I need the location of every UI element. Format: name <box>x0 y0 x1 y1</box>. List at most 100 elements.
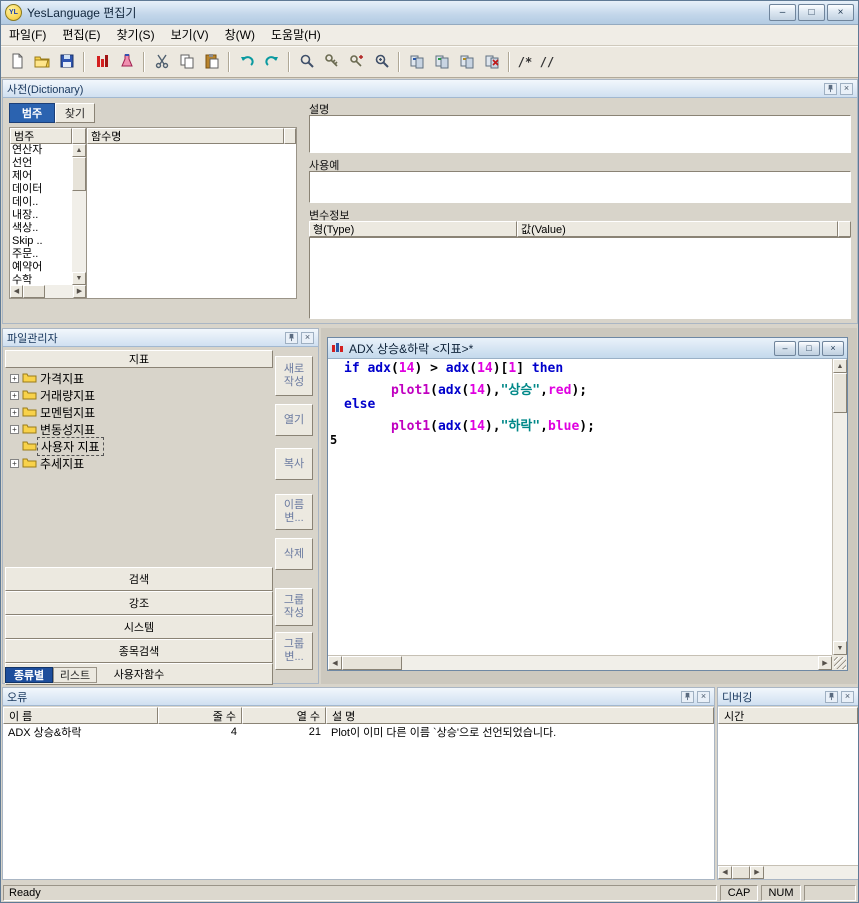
error-row[interactable]: ADX 상승&하락 4 21 Plot이 이미 다른 이름 `상승'으로 선언되… <box>3 724 714 740</box>
category-item[interactable]: 제어 <box>10 170 72 183</box>
find-next-button[interactable] <box>319 50 344 74</box>
tab-category[interactable]: 범주 <box>9 103 55 123</box>
menu-item-view[interactable]: 보기(V) <box>163 25 217 46</box>
indicator-group-header[interactable]: 지표 <box>5 350 273 368</box>
highlight-section-button[interactable]: 강조 <box>5 591 273 615</box>
debug-hscrollbar[interactable]: ◀ ▶ <box>718 865 858 879</box>
editor-close-button[interactable]: × <box>822 341 844 356</box>
tab-by-type[interactable]: 종류별 <box>5 667 53 683</box>
maximize-button[interactable]: □ <box>798 4 825 21</box>
scroll-thumb[interactable] <box>732 866 750 879</box>
stock-search-section-button[interactable]: 종목검색 <box>5 639 273 663</box>
error-col-column-header[interactable]: 열 수 <box>242 707 326 724</box>
category-vscrollbar[interactable]: ▲ ▼ <box>72 144 86 285</box>
comment-line-button[interactable]: // <box>536 50 558 74</box>
category-item[interactable]: 색상.. <box>10 222 72 235</box>
scroll-left-icon[interactable]: ◀ <box>328 656 342 670</box>
indicator-button[interactable] <box>89 50 114 74</box>
function-tool-button[interactable] <box>114 50 139 74</box>
expand-icon[interactable]: + <box>10 425 19 434</box>
pin-icon[interactable] <box>285 332 298 344</box>
copy-button[interactable] <box>174 50 199 74</box>
tree-item-label[interactable]: 가격지표 <box>37 370 87 387</box>
scroll-thumb[interactable] <box>342 656 402 670</box>
scroll-down-icon[interactable]: ▼ <box>72 272 86 285</box>
redo-button[interactable] <box>259 50 284 74</box>
category-item[interactable]: 수학 <box>10 274 72 285</box>
value-column-header[interactable]: 값(Value) <box>517 221 838 237</box>
scroll-up-icon[interactable]: ▲ <box>72 144 86 157</box>
menu-item-file[interactable]: 파일(F) <box>1 25 54 46</box>
close-panel-icon[interactable]: × <box>841 691 854 703</box>
menu-item-edit[interactable]: 편집(E) <box>54 25 108 46</box>
new-file-button[interactable] <box>4 50 29 74</box>
function-column-header[interactable]: 함수명 <box>87 128 284 144</box>
comment-block-button[interactable]: /* <box>514 50 536 74</box>
scroll-down-icon[interactable]: ▼ <box>833 641 847 655</box>
menu-item-search[interactable]: 찾기(S) <box>108 25 162 46</box>
expand-icon[interactable]: + <box>10 408 19 417</box>
expand-icon[interactable]: + <box>10 374 19 383</box>
category-column-header[interactable]: 범주 <box>10 128 72 144</box>
code-area[interactable]: if adx(14) > adx(14)[1] then plot1(adx(1… <box>328 359 832 655</box>
type-column-header[interactable]: 형(Type) <box>309 221 517 237</box>
group-change-button[interactable]: 그룹변... <box>275 632 313 670</box>
tree-item-label[interactable]: 모멘텀지표 <box>37 404 98 421</box>
group-create-button[interactable]: 그룹작성 <box>275 588 313 626</box>
scroll-right-icon[interactable]: ▶ <box>818 656 832 670</box>
tree-item-label[interactable]: 거래량지표 <box>37 387 98 404</box>
delete-script-button[interactable]: 삭제 <box>275 538 313 570</box>
pin-icon[interactable] <box>825 691 838 703</box>
tab-find[interactable]: 찾기 <box>55 103 95 123</box>
editor-titlebar[interactable]: ADX 상승&하락 <지표>* – □ × <box>328 338 847 359</box>
scroll-thumb[interactable] <box>833 373 847 413</box>
tab-list[interactable]: 리스트 <box>53 667 97 683</box>
compile-all-button[interactable] <box>429 50 454 74</box>
search-section-button[interactable]: 검색 <box>5 567 273 591</box>
resize-grip[interactable] <box>832 655 847 670</box>
category-item[interactable]: 연산자 <box>10 144 72 157</box>
editor-minimize-button[interactable]: – <box>774 341 796 356</box>
tree-item-label[interactable]: 변동성지표 <box>37 421 98 438</box>
category-item[interactable]: 내장.. <box>10 209 72 222</box>
category-hscrollbar[interactable]: ◀ ▶ <box>10 285 86 298</box>
scroll-left-icon[interactable]: ◀ <box>718 866 732 879</box>
category-item[interactable]: 데이터 <box>10 183 72 196</box>
menu-item-window[interactable]: 창(W) <box>217 25 263 46</box>
scroll-up-icon[interactable]: ▲ <box>833 359 847 373</box>
error-desc-column-header[interactable]: 설 명 <box>326 707 714 724</box>
category-item[interactable]: Skip .. <box>10 235 72 248</box>
paste-button[interactable] <box>199 50 224 74</box>
category-item[interactable]: 데이.. <box>10 196 72 209</box>
find-prev-button[interactable] <box>344 50 369 74</box>
scroll-thumb[interactable] <box>23 285 45 298</box>
close-panel-icon[interactable]: × <box>840 83 853 95</box>
editor-hscrollbar[interactable]: ◀ ▶ <box>328 655 832 670</box>
category-item[interactable]: 예약어 <box>10 261 72 274</box>
rename-script-button[interactable]: 이름변... <box>275 494 313 530</box>
stop-build-button[interactable] <box>479 50 504 74</box>
syntax-check-button[interactable] <box>454 50 479 74</box>
open-script-button[interactable]: 열기 <box>275 404 313 436</box>
error-name-column-header[interactable]: 이 름 <box>3 707 158 724</box>
time-column-header[interactable]: 시간 <box>718 707 858 724</box>
find-in-files-button[interactable] <box>369 50 394 74</box>
minimize-button[interactable]: – <box>769 4 796 21</box>
copy-script-button[interactable]: 복사 <box>275 448 313 480</box>
tree-item-label[interactable]: 추세지표 <box>37 455 87 472</box>
find-button[interactable] <box>294 50 319 74</box>
menu-item-help[interactable]: 도움말(H) <box>263 25 329 46</box>
category-item[interactable]: 주문.. <box>10 248 72 261</box>
undo-button[interactable] <box>234 50 259 74</box>
close-panel-icon[interactable]: × <box>697 691 710 703</box>
system-section-button[interactable]: 시스템 <box>5 615 273 639</box>
expand-icon[interactable]: + <box>10 391 19 400</box>
open-file-button[interactable] <box>29 50 54 74</box>
pin-icon[interactable] <box>681 691 694 703</box>
tree-item-label[interactable]: 사용자 지표 <box>37 437 104 456</box>
category-item[interactable]: 선언 <box>10 157 72 170</box>
editor-restore-button[interactable]: □ <box>798 341 820 356</box>
editor-vscrollbar[interactable]: ▲ ▼ <box>832 359 847 655</box>
pin-icon[interactable] <box>824 83 837 95</box>
expand-icon[interactable]: + <box>10 459 19 468</box>
